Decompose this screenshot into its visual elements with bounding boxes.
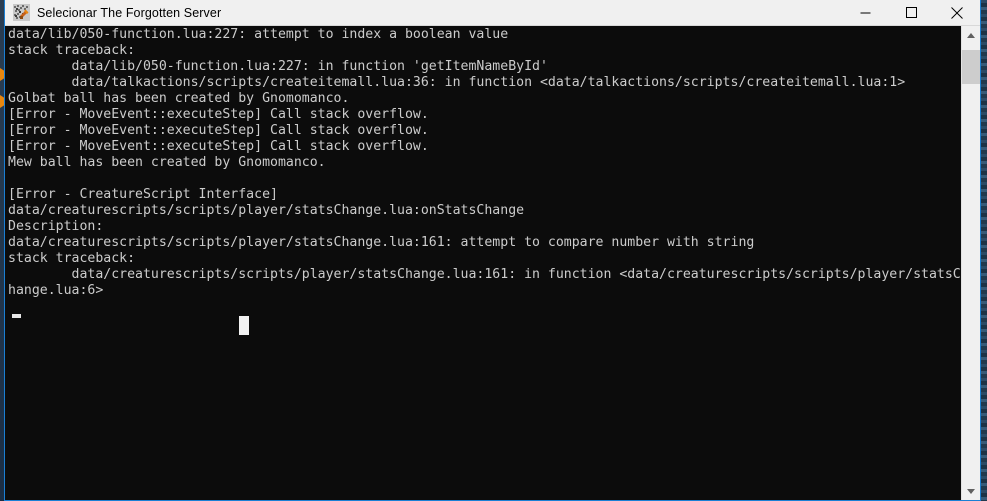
maximize-button[interactable] (888, 0, 934, 25)
console-line: Mew ball has been created by Gnomomanco. (8, 155, 326, 170)
console-block-cursor (239, 316, 249, 335)
console-line: data/lib/050-function.lua:227: attempt t… (8, 27, 509, 42)
scroll-down-icon (967, 488, 975, 494)
console-line: Golbat ball has been created by Gnomoman… (8, 91, 350, 106)
scroll-down-button[interactable] (962, 482, 980, 500)
console-line: data/lib/050-function.lua:227: in functi… (8, 59, 548, 74)
console-line: [Error - MoveEvent::executeStep] Call st… (8, 107, 429, 122)
window-title: Selecionar The Forgotten Server (37, 5, 222, 20)
console-line: data/creaturescripts/scripts/player/stat… (8, 203, 525, 218)
console-line: data/creaturescripts/scripts/player/stat… (8, 235, 755, 250)
title-bar[interactable]: Selecionar The Forgotten Server (5, 0, 980, 26)
console-line: Description: (8, 219, 104, 234)
console-line: [Error - MoveEvent::executeStep] Call st… (8, 123, 429, 138)
console-text-container: data/lib/050-function.lua:227: attempt t… (8, 27, 961, 500)
console-window: Selecionar The Forgotten Server data/lib… (4, 0, 981, 501)
desktop-background-right (981, 0, 987, 501)
vertical-scrollbar[interactable] (961, 26, 980, 500)
console-line: [Error - MoveEvent::executeStep] Call st… (8, 139, 429, 154)
console-output-area[interactable]: data/lib/050-function.lua:227: attempt t… (5, 26, 980, 500)
scroll-up-icon (967, 32, 975, 38)
console-line: data/creaturescripts/scripts/player/stat… (8, 267, 961, 282)
minimize-button[interactable] (842, 0, 888, 25)
console-line: hange.lua:6> (8, 283, 104, 298)
console-line: data/talkactions/scripts/createitemall.l… (8, 75, 906, 90)
scrollbar-thumb[interactable] (962, 50, 980, 84)
scroll-up-button[interactable] (962, 26, 980, 44)
scrollbar-track[interactable] (962, 44, 980, 482)
console-line: stack traceback: (8, 43, 136, 58)
screen-root: Selecionar The Forgotten Server data/lib… (0, 0, 987, 501)
console-line: stack traceback: (8, 251, 136, 266)
console-line: [Error - CreatureScript Interface] (8, 187, 278, 202)
forgotten-server-app-icon (13, 4, 30, 21)
console-prompt-caret (12, 314, 21, 318)
close-button[interactable] (934, 0, 980, 25)
